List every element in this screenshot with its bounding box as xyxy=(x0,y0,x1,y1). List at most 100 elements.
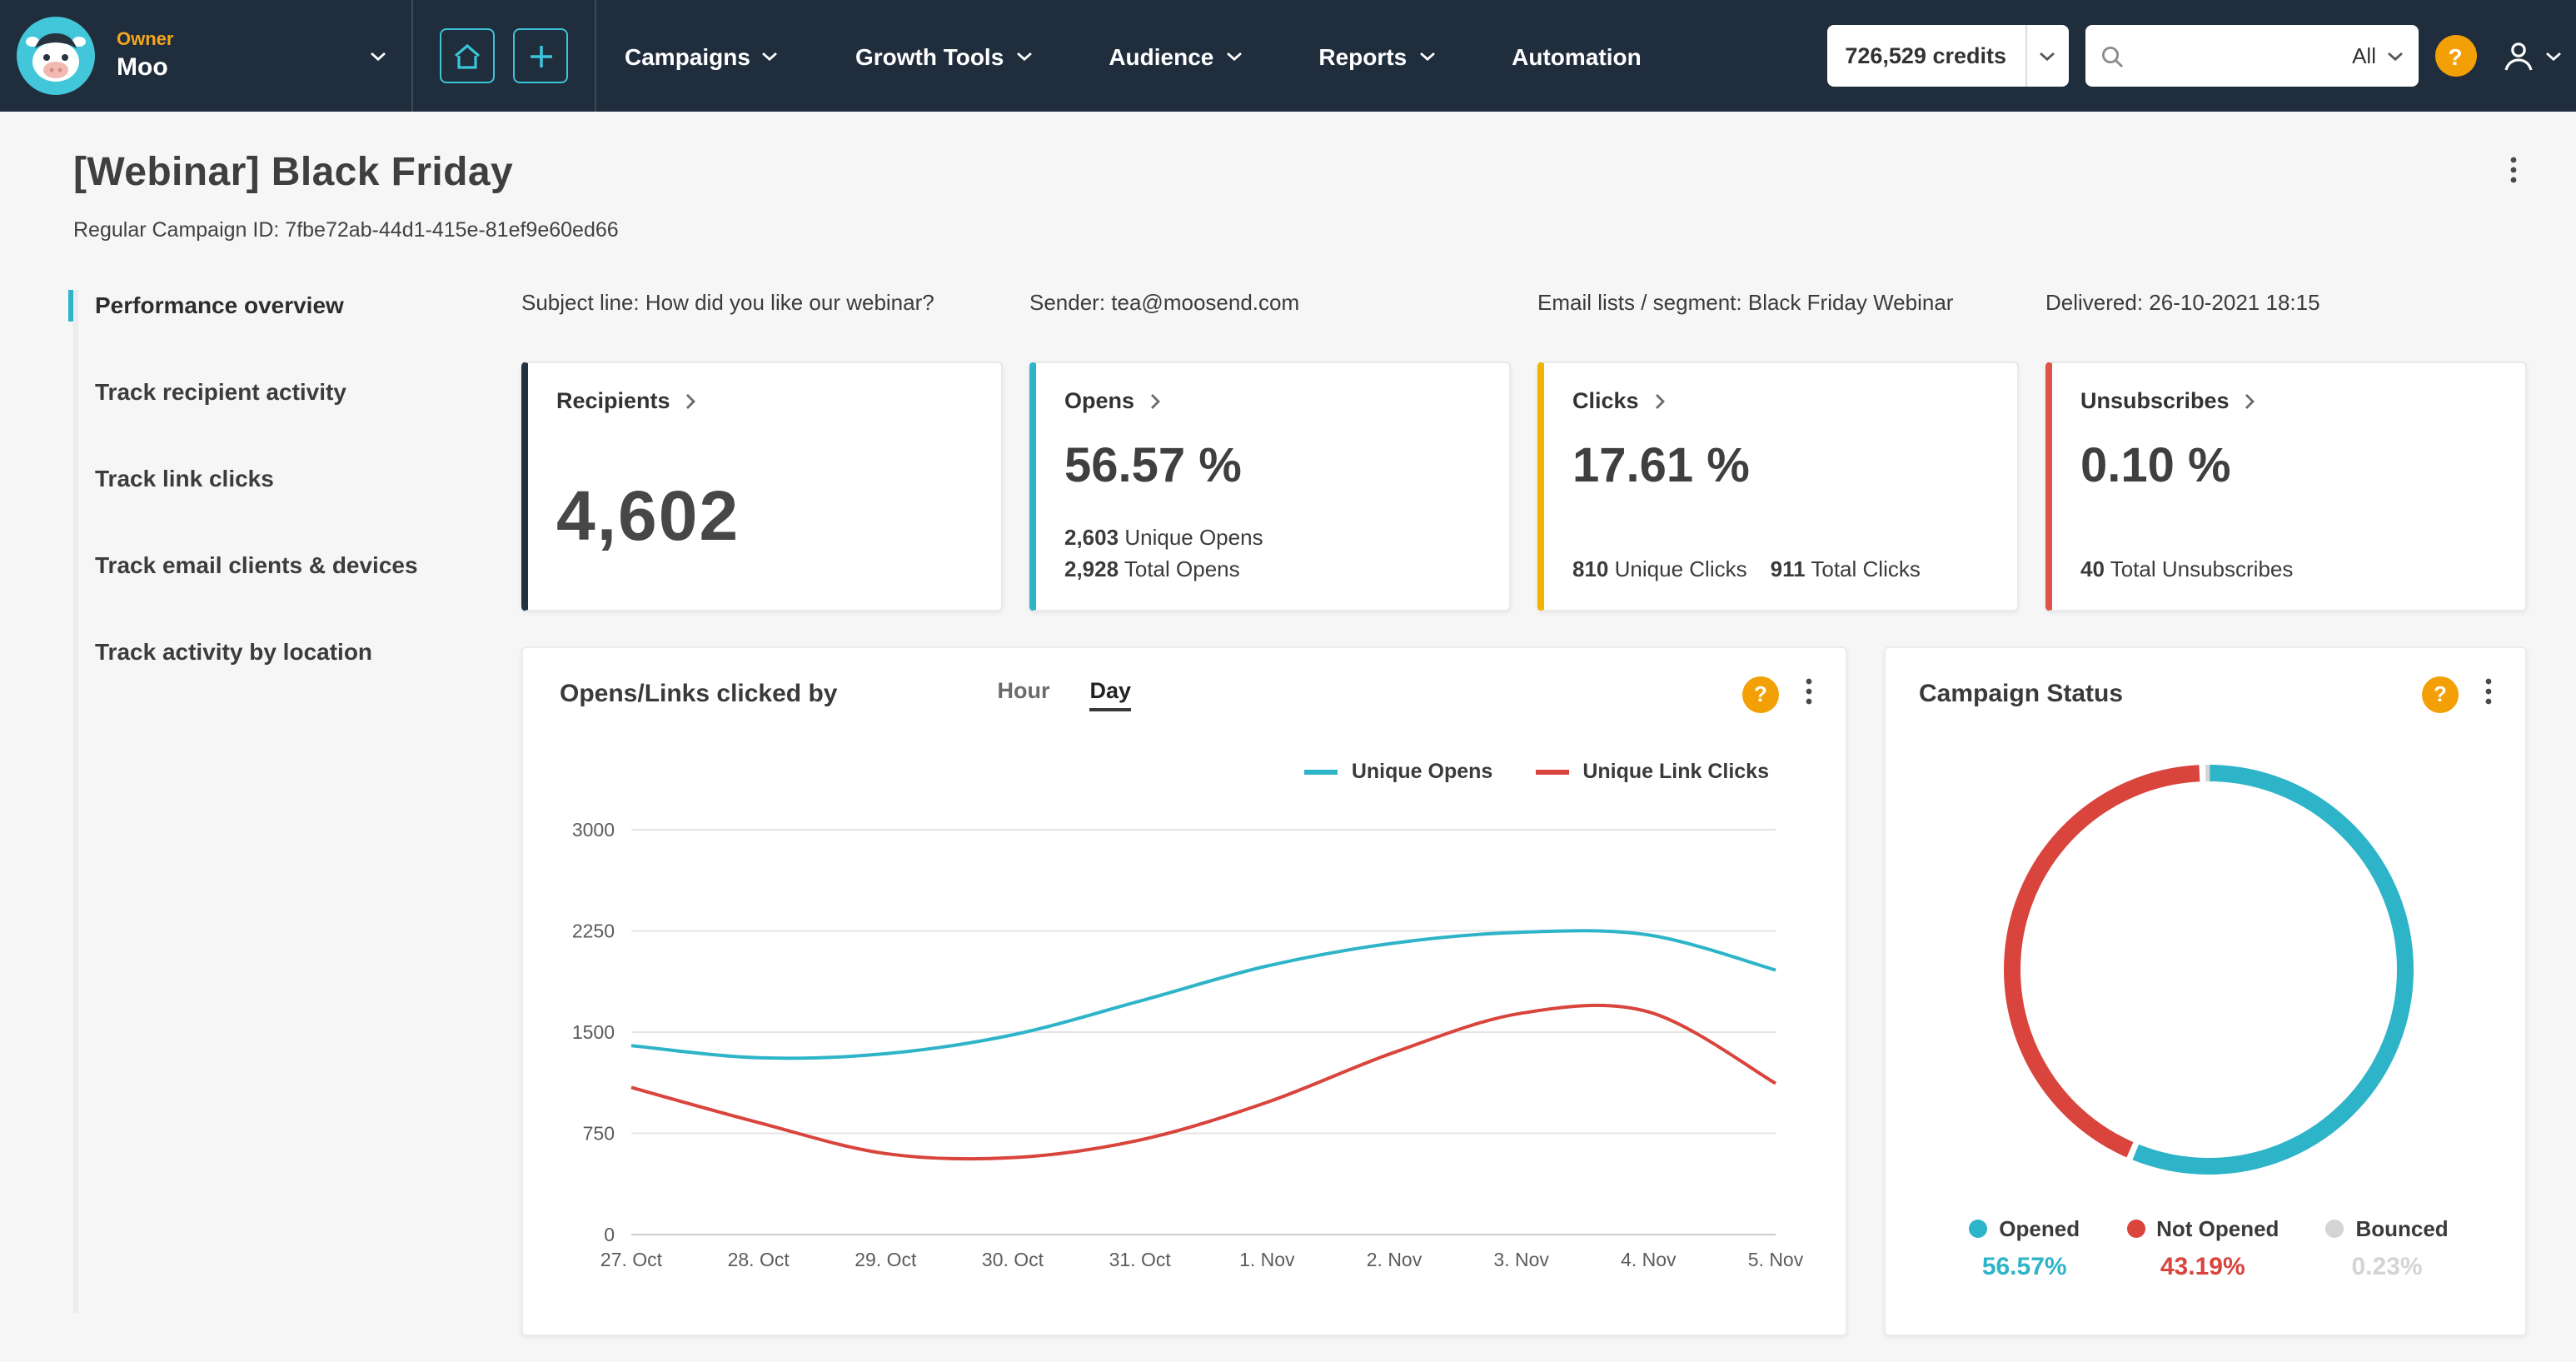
unique-opens-value: 2,603 xyxy=(1064,525,1119,550)
nav-campaigns[interactable]: Campaigns xyxy=(625,42,779,69)
recipients-value: 4,602 xyxy=(556,476,740,555)
menu-track-recipient-activity[interactable]: Track recipient activity xyxy=(68,377,443,408)
tab-hour[interactable]: Hour xyxy=(997,677,1049,711)
plus-icon xyxy=(530,45,551,67)
clicks-card[interactable]: Clicks 17.61 % 810 Unique Clicks 911 Tota… xyxy=(1537,362,2019,611)
total-unsubscribes-value: 40 xyxy=(2080,556,2105,581)
user-menu[interactable] xyxy=(2499,37,2561,74)
card-title: Opens xyxy=(1064,388,1135,413)
svg-text:28. Oct: 28. Oct xyxy=(728,1249,790,1270)
chart-title: Campaign Status xyxy=(1919,680,2124,708)
total-opens-label: Total Opens xyxy=(1124,556,1240,581)
menu-track-email-clients-devices[interactable]: Track email clients & devices xyxy=(68,550,443,581)
chevron-down-icon xyxy=(371,51,386,61)
svg-text:1500: 1500 xyxy=(572,1021,615,1043)
kebab-icon xyxy=(2485,678,2492,705)
legend-label: Not Opened xyxy=(2156,1216,2280,1241)
cow-mascot-icon xyxy=(17,17,95,95)
recipients-card[interactable]: Recipients 4,602 xyxy=(521,362,1003,611)
unique-clicks-value: 810 xyxy=(1572,556,1609,581)
svg-text:31. Oct: 31. Oct xyxy=(1109,1249,1172,1270)
svg-text:3000: 3000 xyxy=(572,819,615,841)
unsubscribes-card[interactable]: Unsubscribes 0.10 % 40 Total Unsubscribe… xyxy=(2045,362,2527,611)
chart-kebab-menu[interactable] xyxy=(1799,675,1819,713)
svg-text:2. Nov: 2. Nov xyxy=(1367,1249,1423,1270)
chevron-right-icon xyxy=(686,393,696,408)
menu-performance-overview[interactable]: Performance overview xyxy=(68,290,443,322)
nav-reports[interactable]: Reports xyxy=(1318,42,1435,69)
nav-label: Reports xyxy=(1318,42,1408,69)
legend-unique-link-clicks[interactable]: Unique Link Clicks xyxy=(1536,760,1769,783)
card-title: Unsubscribes xyxy=(2080,388,2230,413)
owner-label: Owner xyxy=(117,30,174,50)
nav-audience[interactable]: Audience xyxy=(1109,42,1242,69)
unsubscribes-details: 40 Total Unsubscribes xyxy=(2080,553,2497,585)
owner-name: Moo xyxy=(117,53,168,82)
charts-row: Opens/Links clicked by Hour Day ? Unique… xyxy=(521,646,2527,1336)
chevron-down-icon xyxy=(1016,51,1032,61)
legend-dot xyxy=(2126,1220,2145,1238)
search-scope-dropdown[interactable]: All xyxy=(2352,43,2403,68)
chart-interval-tabs: Hour Day xyxy=(997,677,1131,711)
legend-bounced[interactable]: Bounced 0.23% xyxy=(2325,1216,2449,1281)
chart-title: Opens/Links clicked by xyxy=(560,680,838,708)
kebab-icon xyxy=(2509,157,2516,183)
nav-automation[interactable]: Automation xyxy=(1512,42,1642,69)
chart-help-icon[interactable]: ? xyxy=(2422,676,2459,712)
campaign-id: Regular Campaign ID: 7fbe72ab-44d1-415e-… xyxy=(73,218,619,242)
nav-label: Audience xyxy=(1109,42,1214,69)
total-clicks-label: Total Clicks xyxy=(1811,556,1921,581)
card-title: Clicks xyxy=(1572,388,1639,413)
legend-value: 43.19% xyxy=(2160,1253,2245,1281)
menu-track-activity-by-location[interactable]: Track activity by location xyxy=(68,636,443,668)
nav-growth-tools[interactable]: Growth Tools xyxy=(855,42,1032,69)
opens-card[interactable]: Opens 56.57 % 2,603 Unique Opens 2,928 T… xyxy=(1029,362,1511,611)
card-title: Recipients xyxy=(556,388,670,413)
chevron-right-icon xyxy=(1655,393,1665,408)
status-legend: Opened 56.57% Not Opened 43.19% Bounced … xyxy=(1919,1216,2499,1281)
nav-label: Automation xyxy=(1512,42,1642,69)
legend-opened[interactable]: Opened 56.57% xyxy=(1969,1216,2080,1281)
legend-label: Opened xyxy=(1999,1216,2080,1241)
chevron-down-icon xyxy=(2040,51,2055,61)
svg-text:0: 0 xyxy=(604,1224,615,1245)
credits-amount: 726,529 credits xyxy=(1845,43,2006,68)
menu-track-link-clicks[interactable]: Track link clicks xyxy=(68,463,443,495)
meta-sender: Sender: tea@moosend.com xyxy=(1029,290,1300,315)
help-button[interactable]: ? xyxy=(2434,35,2476,77)
credits-dropdown[interactable]: 726,529 credits xyxy=(1826,25,2068,87)
svg-text:3. Nov: 3. Nov xyxy=(1493,1249,1549,1270)
chart-kebab-menu[interactable] xyxy=(2479,675,2499,713)
legend-label: Bounced xyxy=(2355,1216,2449,1241)
svg-text:2250: 2250 xyxy=(572,920,615,942)
account-switcher[interactable]: Owner Moo xyxy=(117,30,411,82)
line-chart: 0 750 1500 2250 3000 27. Oct 28. Oct 29. Oct 30.… xyxy=(572,819,1804,1270)
legend-not-opened[interactable]: Not Opened 43.19% xyxy=(2126,1216,2279,1281)
moosend-logo[interactable] xyxy=(17,17,95,95)
main-navigation: Campaigns Growth Tools Audience Reports … xyxy=(625,42,1642,69)
chart-help-icon[interactable]: ? xyxy=(1742,676,1779,712)
chevron-right-icon xyxy=(2245,393,2255,408)
create-new-button[interactable] xyxy=(513,28,568,83)
search-input[interactable] xyxy=(2135,43,2341,68)
legend-unique-opens[interactable]: Unique Opens xyxy=(1304,760,1492,783)
legend-value: 56.57% xyxy=(1981,1253,2067,1281)
legend-dot xyxy=(2325,1220,2344,1238)
chevron-down-icon xyxy=(763,51,778,61)
clicks-details: 810 Unique Clicks 911 Total Clicks xyxy=(1572,553,1989,585)
home-button[interactable] xyxy=(440,28,495,83)
top-navbar: Owner Moo Campaigns Growth Tools Audienc… xyxy=(0,0,2576,112)
report-content: Subject line: How did you like our webin… xyxy=(521,290,2527,1336)
kebab-icon xyxy=(1806,678,1812,705)
meta-delivered: Delivered: 26-10-2021 18:15 xyxy=(2045,290,2320,315)
app-viewport: Owner Moo Campaigns Growth Tools Audienc… xyxy=(0,0,2576,1362)
tab-day[interactable]: Day xyxy=(1089,677,1131,711)
nav-label: Campaigns xyxy=(625,42,750,69)
opens-rate: 56.57 % xyxy=(1064,440,1242,493)
donut-chart xyxy=(2004,765,2414,1175)
clicks-rate: 17.61 % xyxy=(1572,440,1750,493)
svg-text:1. Nov: 1. Nov xyxy=(1239,1249,1295,1270)
page-kebab-menu[interactable] xyxy=(2499,150,2526,195)
legend-value: 0.23% xyxy=(2351,1253,2423,1281)
unique-opens-label: Unique Opens xyxy=(1124,525,1263,550)
